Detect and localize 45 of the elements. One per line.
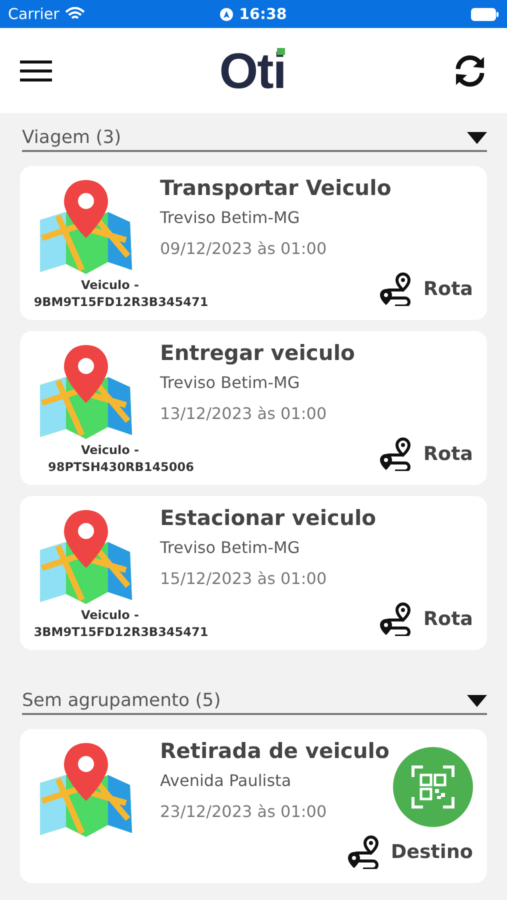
route-icon <box>346 835 381 869</box>
clock-time: 16:38 <box>239 5 287 23</box>
trip-date: 15/12/2023 às 01:00 <box>160 569 328 588</box>
vehicle-id: 98PTSH430RB145006 <box>48 460 194 474</box>
group-title: Viagem (3) <box>22 127 122 148</box>
trip-place: Treviso Betim-MG <box>160 373 301 392</box>
trip-date: 23/12/2023 às 01:00 <box>160 802 328 821</box>
trip-date: 09/12/2023 às 01:00 <box>160 239 328 258</box>
route-button[interactable]: Rota <box>379 602 473 636</box>
route-button[interactable]: Destino <box>346 835 473 869</box>
group-title: Sem agrupamento (5) <box>22 690 221 711</box>
vehicle-label: Veiculo - <box>80 278 140 292</box>
collapse-caret-icon[interactable] <box>467 694 487 706</box>
route-button[interactable]: Rota <box>379 437 473 471</box>
carrier-label: Carrier <box>8 5 60 23</box>
route-icon <box>379 272 414 306</box>
group-header[interactable]: Sem agrupamento (5) <box>22 690 487 715</box>
trip-place: Treviso Betim-MG <box>160 538 301 557</box>
trip-title: Transportar Veiculo <box>160 176 392 200</box>
refresh-icon[interactable] <box>453 54 487 88</box>
trip-date: 13/12/2023 às 01:00 <box>160 404 328 423</box>
qr-code-icon <box>411 765 455 809</box>
trip-place: Avenida Paulista <box>160 771 292 790</box>
vehicle-label: Veiculo - <box>80 608 140 622</box>
trip-title: Entregar veiculo <box>160 341 356 365</box>
vehicle-label: Veiculo - <box>80 443 140 457</box>
map-pin-icon <box>38 510 134 604</box>
collapse-caret-icon[interactable] <box>467 132 487 144</box>
group-header[interactable]: Viagem (3) <box>22 127 487 152</box>
vehicle-id: 3BM9T15FD12R3B345471 <box>34 625 208 639</box>
wifi-icon <box>65 7 86 21</box>
trip-place: Treviso Betim-MG <box>160 208 301 227</box>
trip-title: Retirada de veiculo <box>160 739 390 763</box>
map-pin-icon <box>38 180 134 274</box>
map-pin-icon <box>38 743 134 837</box>
trip-title: Estacionar veiculo <box>160 506 378 530</box>
menu-icon[interactable] <box>20 60 52 82</box>
location-icon <box>220 8 234 20</box>
map-pin-icon <box>38 345 134 439</box>
route-icon <box>379 602 414 636</box>
vehicle-id: 9BM9T15FD12R3B345471 <box>34 295 208 309</box>
route-button[interactable]: Rota <box>379 272 473 306</box>
route-icon <box>379 437 414 471</box>
app-logo: Oti <box>219 46 286 96</box>
battery-icon <box>471 8 499 20</box>
